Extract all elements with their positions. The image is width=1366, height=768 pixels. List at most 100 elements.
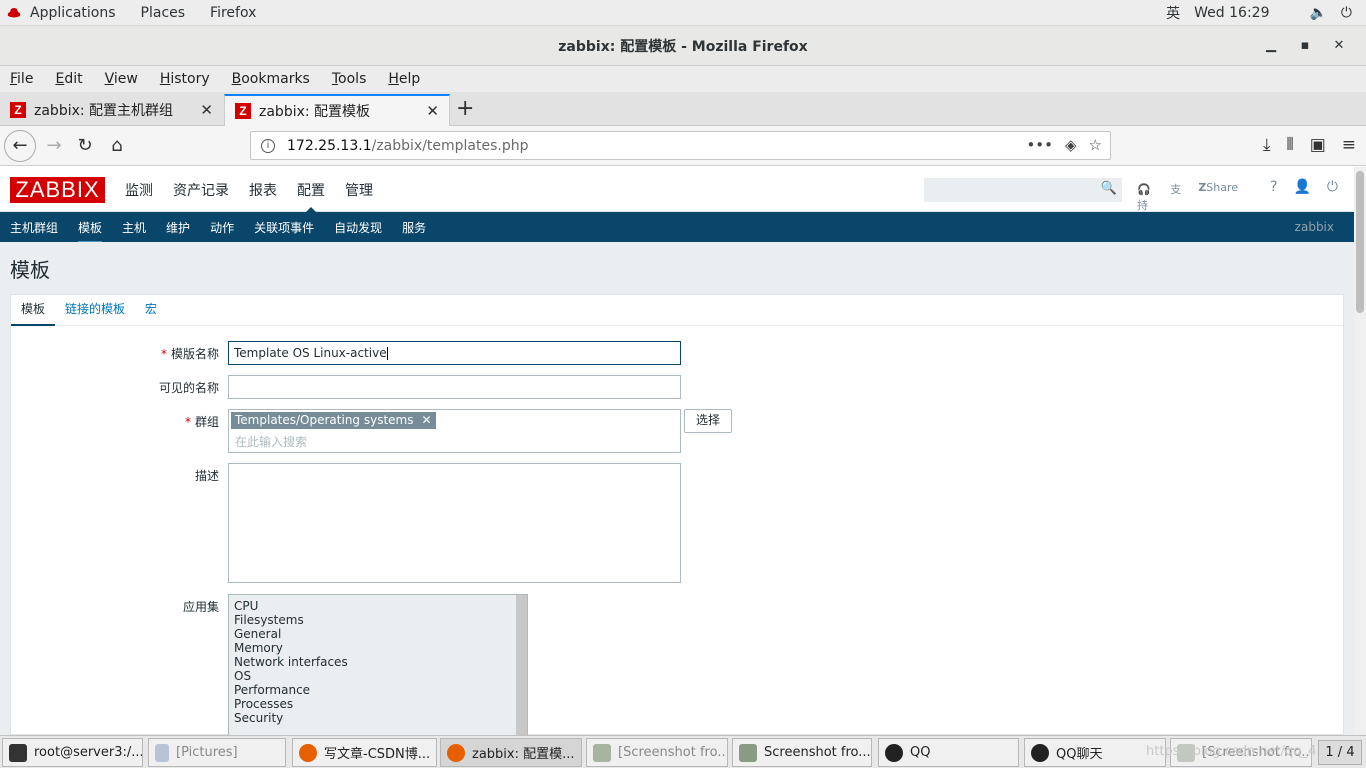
task-pictures[interactable]: [Pictures] [148, 738, 286, 767]
firefox-app-menu[interactable]: Firefox [210, 5, 256, 21]
task-screenshot-1[interactable]: [Screenshot fro... [586, 738, 728, 767]
task-qq[interactable]: QQ [878, 738, 1019, 767]
remove-tag-icon[interactable]: ✕ [422, 413, 432, 427]
watermark: https://blog.csdn.net/qq_4... [1146, 744, 1329, 759]
menu-administration[interactable]: 管理 [345, 180, 373, 200]
tab-host-groups[interactable]: Z zabbix: 配置主机群组 ✕ [0, 94, 223, 126]
task-qq-chat[interactable]: QQ聊天 [1024, 738, 1166, 767]
site-info-icon[interactable]: i [261, 138, 275, 153]
submenu-hosts[interactable]: 主机 [122, 219, 146, 236]
menu-help[interactable]: Help [388, 71, 420, 87]
menu-monitoring[interactable]: 监测 [125, 180, 153, 200]
zabbix-favicon-icon: Z [235, 103, 251, 119]
submenu-services[interactable]: 服务 [402, 219, 426, 236]
list-item[interactable]: Filesystems [234, 613, 522, 627]
forward-icon[interactable]: → [40, 132, 68, 160]
list-item[interactable]: Security [234, 711, 522, 725]
zabbix-search-input[interactable]: 🔍 [924, 178, 1122, 202]
required-asterisk: * [160, 347, 167, 361]
list-item[interactable]: Processes [234, 697, 522, 711]
sidebar-icon[interactable]: ▣ [1310, 135, 1326, 155]
page-actions-icon[interactable]: ••• [1026, 136, 1053, 154]
submenu-actions[interactable]: 动作 [210, 219, 234, 236]
task-csdn[interactable]: 写文章-CSDN博... [292, 738, 437, 767]
library-icon[interactable]: ⫴ [1287, 135, 1294, 155]
groups-multiselect[interactable]: Templates/Operating systems ✕ 在此输入搜索 [228, 409, 681, 453]
firefox-icon [299, 743, 317, 762]
list-item[interactable]: General [234, 627, 522, 641]
visible-name-input[interactable] [228, 375, 681, 399]
menu-history[interactable]: History [160, 71, 210, 87]
url-bar[interactable]: i 172.25.13.1/zabbix/templates.php ••• ◈… [250, 131, 1111, 160]
task-zabbix[interactable]: zabbix: 配置模... [440, 738, 582, 767]
menu-edit[interactable]: Edit [55, 71, 82, 87]
page-scrollbar[interactable] [1354, 167, 1366, 735]
tab-linked-templates[interactable]: 链接的模板 [55, 295, 135, 326]
workspace-pager[interactable]: 1 / 4 [1318, 740, 1362, 765]
applications-menu[interactable]: Applications [30, 5, 116, 21]
close-tab-icon[interactable]: ✕ [200, 101, 213, 119]
minimize-icon[interactable]: ▁ [1254, 38, 1288, 53]
tab-strip: Z zabbix: 配置主机群组 ✕ Z zabbix: 配置模板 ✕ + [0, 92, 1366, 126]
screenshot-icon [739, 743, 757, 762]
help-icon[interactable]: ? [1270, 179, 1277, 213]
user-profile-icon[interactable]: 👤 [1293, 179, 1310, 213]
list-item[interactable]: Network interfaces [234, 655, 522, 669]
list-item[interactable]: OS [234, 669, 522, 683]
places-menu[interactable]: Places [141, 5, 186, 21]
maximize-icon[interactable]: ▪ [1288, 38, 1322, 53]
groups-search-placeholder[interactable]: 在此输入搜索 [235, 431, 307, 453]
support-link[interactable]: 🎧 支持 [1137, 181, 1182, 213]
menu-file[interactable]: File [10, 71, 33, 87]
list-item[interactable]: Memory [234, 641, 522, 655]
submenu-templates[interactable]: 模板 [78, 219, 103, 245]
tab-template[interactable]: 模板 [11, 295, 56, 326]
input-method-indicator[interactable]: 英 [1166, 3, 1180, 23]
close-tab-icon[interactable]: ✕ [426, 102, 439, 120]
downloads-icon[interactable]: ⤓ [1263, 135, 1271, 155]
clock[interactable]: Wed 16:29 [1194, 5, 1269, 21]
menu-configuration[interactable]: 配置 [297, 180, 325, 214]
select-groups-button[interactable]: 选择 [684, 409, 732, 433]
back-icon[interactable]: ← [4, 130, 36, 162]
submenu-event-correlation[interactable]: 关联项事件 [254, 219, 314, 236]
listbox-scrollbar[interactable] [516, 595, 527, 735]
new-tab-icon[interactable]: + [456, 96, 474, 121]
close-window-icon[interactable]: ✕ [1322, 38, 1356, 53]
tab-macros[interactable]: 宏 [135, 295, 167, 326]
applications-listbox[interactable]: CPU Filesystems General Memory Network i… [228, 594, 528, 736]
logout-icon[interactable]: ⏻ [1327, 179, 1338, 213]
page-title: 模板 [10, 258, 50, 282]
hamburger-menu-icon[interactable]: ≡ [1342, 135, 1356, 155]
description-textarea[interactable] [228, 463, 681, 583]
task-terminal[interactable]: root@server3:/... [2, 738, 143, 767]
scrollbar-thumb[interactable] [1356, 171, 1364, 313]
share-link[interactable]: ZShare [1198, 181, 1254, 213]
template-name-input[interactable]: Template OS Linux-active [228, 341, 681, 365]
pocket-icon[interactable]: ◈ [1065, 136, 1077, 154]
submenu-host-groups[interactable]: 主机群组 [10, 219, 58, 236]
required-asterisk: * [184, 415, 191, 429]
menu-view[interactable]: View [105, 71, 138, 87]
menu-tools[interactable]: Tools [332, 71, 367, 87]
submenu-maintenance[interactable]: 维护 [166, 219, 190, 236]
home-icon[interactable]: ⌂ [103, 132, 131, 160]
menu-bookmarks[interactable]: Bookmarks [232, 71, 310, 87]
zabbix-logo[interactable]: ZABBIX [10, 177, 105, 203]
bookmark-star-icon[interactable]: ☆ [1089, 136, 1102, 154]
zabbix-header: ZABBIX 监测 资产记录 报表 配置 管理 🔍 🎧 支持 ZShare ? … [0, 167, 1354, 214]
search-icon[interactable]: 🔍 [1101, 181, 1117, 196]
task-screenshot-2[interactable]: Screenshot fro... [732, 738, 872, 767]
qq-penguin-icon [885, 743, 903, 762]
reload-icon[interactable]: ↻ [71, 132, 99, 160]
tab-templates[interactable]: Z zabbix: 配置模板 ✕ [224, 94, 450, 126]
list-item[interactable]: Performance [234, 683, 522, 697]
menu-inventory[interactable]: 资产记录 [173, 180, 229, 200]
submenu-discovery[interactable]: 自动发现 [334, 219, 382, 236]
url-path: /zabbix/templates.php [371, 137, 529, 154]
list-item[interactable]: CPU [234, 599, 522, 613]
server-name: zabbix [1294, 220, 1334, 234]
menu-reports[interactable]: 报表 [249, 180, 277, 200]
power-icon[interactable]: ⏻ [1341, 5, 1352, 21]
volume-icon[interactable]: 🔈 [1309, 5, 1326, 21]
